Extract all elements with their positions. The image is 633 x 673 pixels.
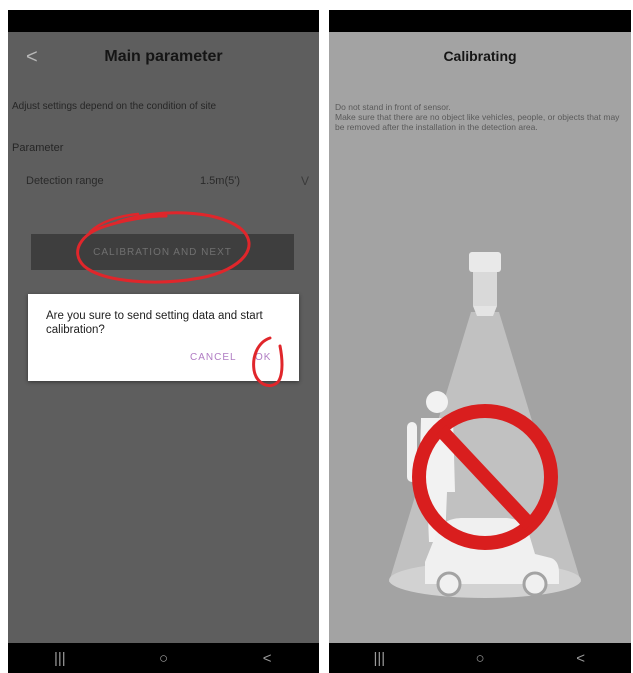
confirm-dialog: Are you sure to send setting data and st… [28, 294, 299, 381]
chevron-down-icon[interactable]: V [301, 174, 309, 188]
dialog-message: Are you sure to send setting data and st… [46, 310, 263, 336]
main-parameter-screen: < Main parameter Adjust settings depend … [8, 32, 319, 643]
calibration-instruction: Do not stand in front of sensor. Make su… [335, 102, 620, 132]
nav-back-button[interactable]: < [551, 650, 611, 667]
page-title: Calibrating [443, 48, 517, 64]
parameter-name: Detection range [26, 175, 104, 187]
nav-back-button[interactable]: < [237, 650, 297, 667]
phone-right: Calibrating Do not stand in front of sen… [329, 10, 631, 673]
sensor-icon [469, 252, 501, 316]
calibration-and-next-button[interactable]: CALIBRATION AND NEXT [31, 234, 294, 270]
calibrating-screen: Calibrating Do not stand in front of sen… [329, 32, 631, 643]
home-button[interactable]: ○ [133, 650, 193, 667]
home-button[interactable]: ○ [450, 650, 510, 667]
system-nav-bar: ||| ○ < [8, 643, 319, 673]
recents-button[interactable]: ||| [30, 650, 90, 667]
calibration-illustration [389, 252, 581, 598]
detection-range-select[interactable]: 1.5m(5') [200, 175, 240, 187]
status-bar [8, 10, 319, 32]
page-subtitle: Adjust settings depend on the condition … [12, 101, 217, 112]
phone-left: < Main parameter Adjust settings depend … [8, 10, 319, 673]
status-bar [329, 10, 631, 32]
system-nav-bar: ||| ○ < [329, 643, 631, 673]
section-label-parameter: Parameter [12, 142, 64, 154]
ok-button[interactable]: OK [255, 352, 271, 363]
cancel-button[interactable]: CANCEL [190, 352, 237, 363]
page-title: Main parameter [104, 48, 223, 65]
recents-button[interactable]: ||| [349, 650, 409, 667]
